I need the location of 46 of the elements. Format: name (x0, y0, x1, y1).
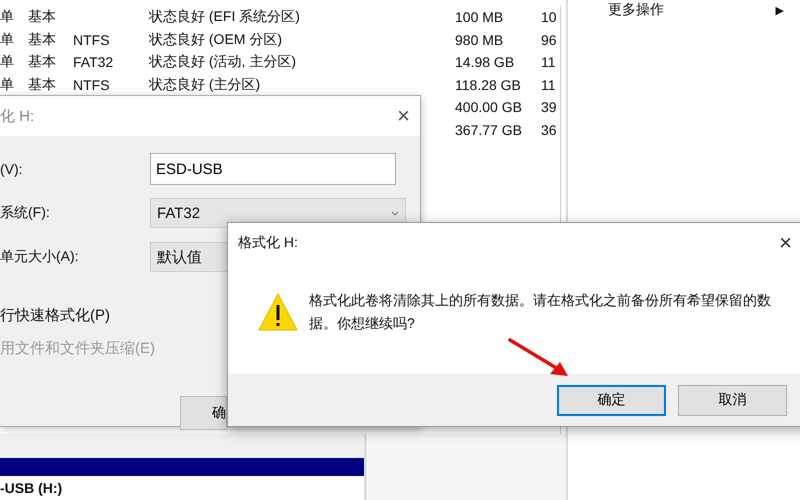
field-label: (V): (0, 161, 24, 177)
table-cell: 11 (541, 54, 556, 70)
table-cell: 11 (541, 76, 556, 93)
warning-icon (258, 292, 298, 330)
action-item[interactable]: 更多操作 ▶ (568, 0, 800, 20)
table-cell: 状态良好 (活动, 主分区) (149, 53, 296, 70)
input-field[interactable]: ESD-USB (150, 153, 396, 185)
table-cell: 367.77 GB (455, 122, 522, 138)
table-cell: NTFS (73, 32, 110, 48)
table-cell: 基本 (28, 30, 56, 47)
chevron-icon (391, 210, 399, 216)
table-cell: 单 (0, 8, 14, 24)
cancel-button[interactable]: 取消 (678, 384, 787, 416)
window-title: 格式化 H: (238, 234, 298, 252)
table-cell: 基本 (28, 76, 56, 92)
table-cell: 118.28 GB (455, 76, 521, 93)
table-cell: 状态良好 (EFI 系统分区) (149, 8, 300, 24)
close-button[interactable]: × (397, 103, 410, 129)
table-cell: NTFS (73, 76, 110, 93)
table-cell: 单 (0, 76, 14, 92)
table-cell: 基本 (28, 8, 56, 24)
warning-message: 格式化此卷将清除其上的所有数据。请在格式化之前备份所有希望保留的数据。你想继续吗? (309, 290, 772, 332)
table-cell: 100 MB (455, 9, 504, 26)
confirm-button[interactable]: 确定 (557, 384, 666, 416)
table-cell: 980 MB (455, 32, 504, 48)
table-cell: 10 (541, 9, 557, 26)
annotation-arrow (508, 338, 570, 378)
table-cell: 39 (541, 99, 557, 116)
field-label: 单元大小(A): (0, 248, 80, 266)
table-cell: 单 (0, 53, 14, 70)
field-label: 系统(F): (0, 204, 51, 222)
table-cell: 400.00 GB (455, 99, 522, 116)
submenu-arrow-icon: ▶ (776, 4, 784, 16)
table-cell: 状态良好 (OEM 分区) (149, 30, 282, 47)
ok-button[interactable]: 确 (180, 396, 227, 430)
table-cell: 14.98 GB (455, 54, 514, 70)
table-cell: 36 (541, 122, 557, 138)
close-button[interactable]: × (779, 230, 792, 256)
table-cell: FAT32 (73, 54, 114, 70)
table-cell: 96 (541, 32, 557, 48)
table-cell: 状态良好 (主分区) (149, 76, 260, 92)
checkbox-label[interactable]: 行快速格式化(P) (0, 306, 110, 325)
volume-label: -USB (H:) (0, 476, 364, 500)
table-cell: 基本 (28, 53, 56, 70)
window-title: 化 H: (0, 106, 34, 126)
table-cell: 单 (0, 30, 14, 47)
